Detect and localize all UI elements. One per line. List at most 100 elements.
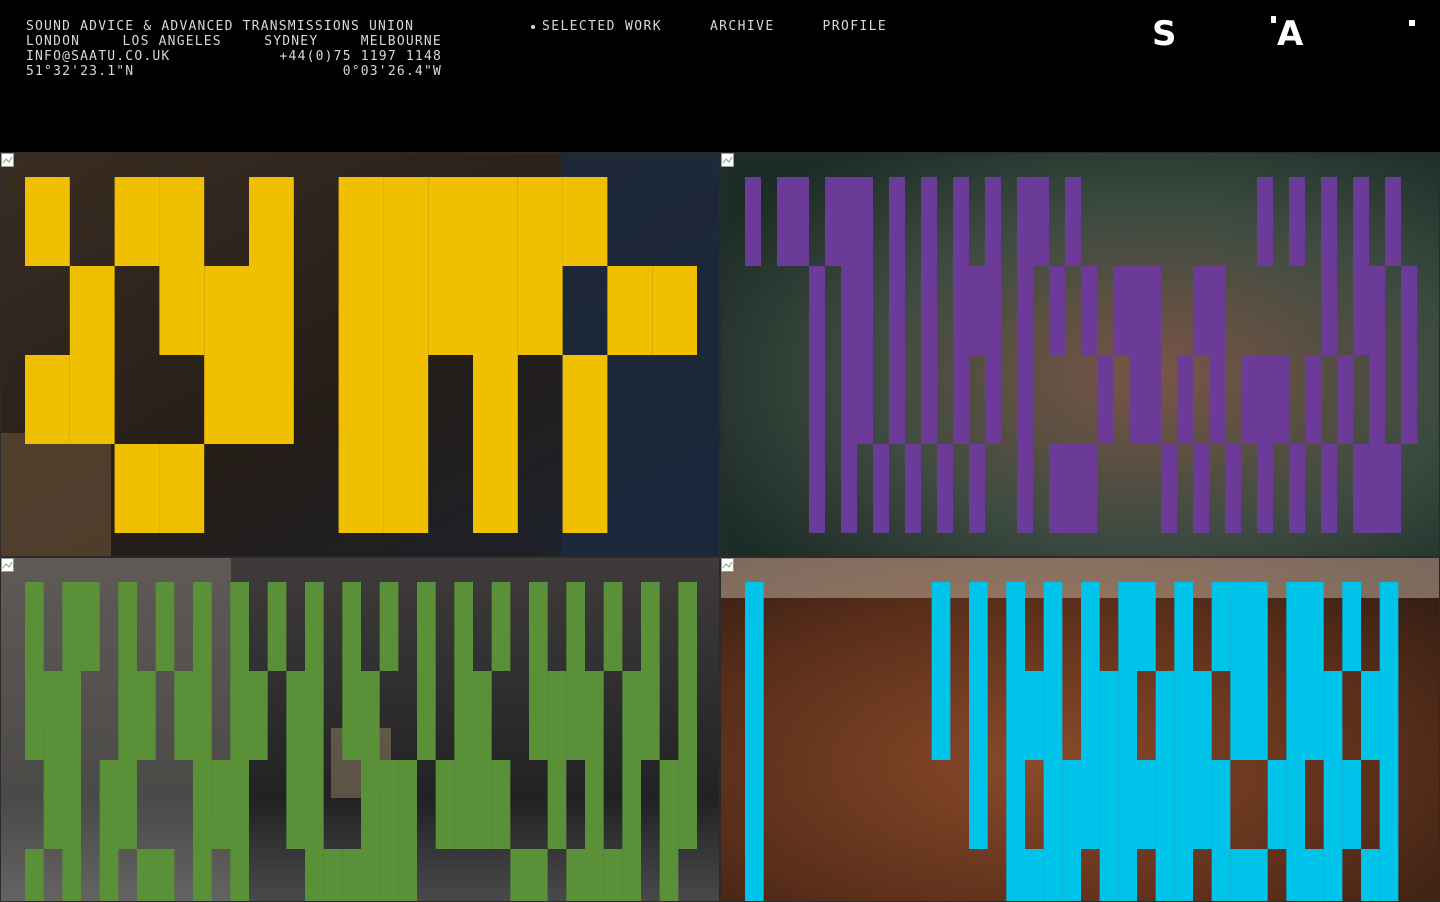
work-tile-2-block: [825, 177, 841, 266]
nav-profile[interactable]: PROFILE: [823, 19, 888, 34]
nav-archive[interactable]: ARCHIVE: [710, 19, 775, 34]
logo-a[interactable]: A: [1271, 14, 1303, 54]
work-tile-3-block: [361, 849, 380, 901]
work-tile-4-block: [1305, 582, 1324, 671]
work-tile-1-block: [473, 444, 518, 533]
work-tile-2-block: [1289, 177, 1305, 266]
work-tile-4-block: [1286, 671, 1305, 760]
work-tile-1-block: [562, 444, 608, 533]
work-tile-1-block: [338, 444, 384, 533]
logo-s[interactable]: S: [1152, 14, 1177, 54]
work-tile-3-block: [342, 671, 361, 760]
work-tile-1-block: [114, 177, 160, 266]
work-tile-2-block: [1033, 177, 1049, 266]
work-tile-2-block: [745, 177, 761, 266]
work-tile-4-block: [1081, 671, 1100, 760]
work-tile-2-block: [1193, 444, 1209, 533]
work-tile-4-block: [1379, 582, 1399, 671]
coordinates-row: 51°32'23.1"N 0°03'26.4"W: [26, 64, 442, 79]
work-tile-3-graphic: [1, 558, 719, 901]
menu-dot-icon[interactable]: [1409, 20, 1415, 26]
work-tile-4-block: [1006, 760, 1025, 849]
work-tile-4-block: [1379, 849, 1399, 901]
work-tile-4-block: [1006, 582, 1025, 671]
work-tile-2-block: [1081, 266, 1097, 355]
work-tile-4-block: [1361, 849, 1380, 901]
work-tile-4-block: [1342, 582, 1361, 671]
latitude: 51°32'23.1"N: [26, 64, 135, 79]
work-tile-2-block: [969, 266, 985, 355]
work-tile-1[interactable]: [0, 152, 720, 557]
work-tile-2-block: [1273, 355, 1289, 444]
work-tile-4-block: [1118, 582, 1137, 671]
work-tile-2-block: [1369, 444, 1385, 533]
logo-tick-icon: [1271, 16, 1276, 23]
main-nav: SELECTED WORK ARCHIVE PROFILE: [531, 19, 935, 34]
logo-s-letter: S: [1152, 14, 1177, 54]
work-tile-3-block: [678, 760, 697, 849]
tile-4-background: [721, 558, 1439, 598]
city-melbourne: MELBOURNE: [360, 34, 442, 49]
work-tile-2-block: [857, 266, 873, 355]
work-tile-4-block: [969, 671, 988, 760]
work-tile-2-block: [953, 177, 969, 266]
work-tile-2-block: [1065, 444, 1081, 533]
work-tile-2-block: [1241, 355, 1257, 444]
work-tile-2[interactable]: [720, 152, 1440, 557]
work-tile-1-block: [69, 355, 115, 444]
work-tile-2-block: [777, 177, 793, 266]
work-tile-2-block: [1113, 266, 1129, 355]
work-tile-3-block: [25, 671, 44, 760]
work-tile-3-block: [659, 760, 679, 849]
nav-selected-work[interactable]: SELECTED WORK: [531, 19, 662, 34]
work-tile-3-block: [193, 671, 212, 760]
email-link[interactable]: INFO@SAATU.CO.UK: [26, 49, 170, 64]
work-tile-2-block: [1145, 266, 1161, 355]
cities-row: LONDON LOS ANGELES SYDNEY MELBOURNE: [26, 34, 442, 49]
work-tile-4[interactable]: [720, 557, 1440, 902]
work-tile-4-block: [1323, 849, 1343, 901]
work-tile-3-block: [379, 582, 399, 671]
work-tile-3[interactable]: [0, 557, 720, 902]
work-tile-3-block: [566, 582, 585, 671]
work-tile-1-block: [25, 355, 70, 444]
work-tile-2-block: [1321, 266, 1337, 355]
work-tile-3-block: [230, 760, 249, 849]
work-tile-2-block: [1177, 355, 1193, 444]
tile-1-bench: [1, 433, 111, 556]
work-tile-4-block: [1174, 671, 1193, 760]
work-tile-4-block: [1118, 760, 1137, 849]
work-tile-3-block: [529, 671, 548, 760]
work-tile-4-block: [1043, 582, 1063, 671]
work-tile-2-block: [841, 177, 857, 266]
work-tile-4-block: [1062, 760, 1081, 849]
work-tile-4-block: [1099, 849, 1119, 901]
phone-link[interactable]: +44(0)75 1197 1148: [280, 49, 442, 64]
work-tile-4-block: [1249, 582, 1268, 671]
work-tile-3-block: [305, 849, 324, 901]
work-tile-2-block: [1385, 444, 1401, 533]
company-name-row: SOUND ADVICE & ADVANCED TRANSMISSIONS UN…: [26, 19, 442, 34]
work-tile-4-block: [1137, 582, 1156, 671]
work-tile-1-block: [204, 355, 249, 444]
work-tile-2-block: [985, 266, 1001, 355]
work-tile-4-block: [1379, 671, 1399, 760]
work-tile-3-block: [230, 849, 249, 901]
work-tile-4-block: [1193, 760, 1212, 849]
work-tile-4-block: [1155, 671, 1175, 760]
work-tile-3-block: [305, 671, 324, 760]
broken-image-icon: [721, 153, 734, 167]
work-tile-3-block: [417, 582, 436, 671]
work-tile-2-block: [1065, 177, 1081, 266]
work-tile-4-block: [1230, 849, 1249, 901]
work-tile-3-block: [603, 582, 623, 671]
work-tile-3-block: [137, 671, 156, 760]
work-tile-3-block: [529, 849, 548, 901]
work-tile-3-block: [99, 849, 119, 901]
work-tile-3-block: [25, 582, 44, 671]
work-tile-4-block: [1006, 849, 1025, 901]
work-tile-2-block: [1353, 177, 1369, 266]
work-tile-1-block: [652, 266, 697, 355]
work-tile-4-block: [1043, 849, 1063, 901]
work-tile-2-block: [1401, 355, 1417, 444]
